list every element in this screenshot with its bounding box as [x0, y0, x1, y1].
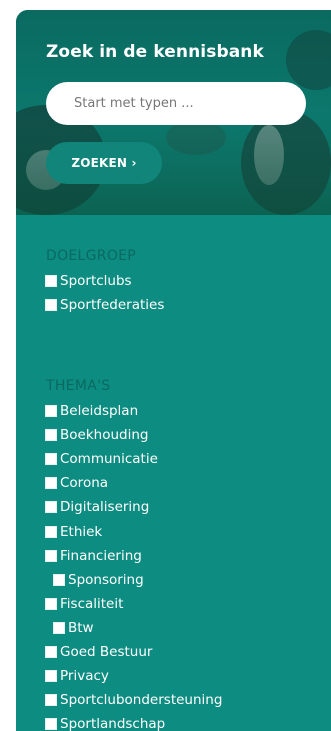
- checkbox[interactable]: [45, 670, 57, 683]
- filter-option-label: Sportclubs: [60, 273, 132, 290]
- checkbox[interactable]: [45, 549, 57, 562]
- filter-option-label: Beleidsplan: [60, 403, 139, 420]
- search-button[interactable]: ZOEKEN ›: [46, 142, 162, 184]
- filter-option[interactable]: Sportlandschap: [45, 712, 222, 731]
- filter-option[interactable]: Boekhouding: [45, 423, 222, 447]
- checkbox[interactable]: [53, 621, 65, 634]
- filter-option[interactable]: Btw: [45, 616, 222, 640]
- filter-option-label: Privacy: [60, 668, 109, 685]
- checkbox[interactable]: [45, 694, 57, 707]
- filter-option-label: Financiering: [60, 547, 142, 564]
- checkbox[interactable]: [45, 501, 57, 514]
- filter-option-label: Boekhouding: [60, 427, 149, 444]
- filter-option[interactable]: Sportfederaties: [45, 293, 164, 317]
- filter-option[interactable]: Sportclubondersteuning: [45, 688, 222, 712]
- filter-option[interactable]: Fiscaliteit: [45, 592, 222, 616]
- filter-option[interactable]: Beleidsplan: [45, 399, 222, 423]
- checkbox[interactable]: [45, 597, 57, 610]
- filter-option[interactable]: Digitalisering: [45, 495, 222, 519]
- filter-option[interactable]: Corona: [45, 471, 222, 495]
- filter-option[interactable]: Communicatie: [45, 447, 222, 471]
- filter-option[interactable]: Privacy: [45, 664, 222, 688]
- search-field[interactable]: [46, 82, 306, 125]
- themas-filter-list: Beleidsplan Boekhouding Communicatie Corona…: [45, 399, 222, 731]
- checkbox[interactable]: [45, 453, 57, 466]
- doelgroep-filter-list: Sportclubs Sportfederaties: [45, 269, 164, 317]
- checkbox[interactable]: [45, 525, 57, 538]
- checkbox[interactable]: [45, 429, 57, 442]
- checkbox[interactable]: [45, 645, 57, 658]
- filter-option[interactable]: Financiering: [45, 544, 222, 568]
- section-title-themas: THEMA'S: [46, 378, 111, 394]
- checkbox[interactable]: [53, 573, 65, 586]
- filter-option-label: Digitalisering: [60, 499, 150, 516]
- search-sidebar: Zoek in de kennisbank ZOEKEN › DOELGROEP…: [16, 10, 331, 731]
- checkbox[interactable]: [45, 299, 57, 312]
- filter-option[interactable]: Goed Bestuur: [45, 640, 222, 664]
- search-title: Zoek in de kennisbank: [46, 42, 264, 62]
- filter-option[interactable]: Sponsoring: [45, 568, 222, 592]
- filter-option-label: Sportclubondersteuning: [60, 692, 223, 709]
- filter-option[interactable]: Ethiek: [45, 519, 222, 543]
- checkbox[interactable]: [45, 405, 57, 418]
- filter-option-label: Corona: [60, 475, 109, 492]
- filter-option-label: Communicatie: [60, 451, 158, 468]
- checkbox[interactable]: [45, 275, 57, 288]
- search-input[interactable]: [72, 95, 306, 112]
- filter-option-label: Fiscaliteit: [60, 595, 124, 612]
- filter-option-label: Sportfederaties: [60, 297, 165, 314]
- filter-option-label: Goed Bestuur: [60, 643, 153, 660]
- hero-photo-shape: [286, 30, 331, 90]
- search-hero: Zoek in de kennisbank ZOEKEN ›: [16, 10, 331, 215]
- checkbox[interactable]: [45, 477, 57, 490]
- filter-option-label: Ethiek: [60, 523, 103, 540]
- filter-option-label: Btw: [68, 619, 94, 636]
- filter-option[interactable]: Sportclubs: [45, 269, 164, 293]
- checkbox[interactable]: [45, 718, 57, 731]
- section-title-doelgroep: DOELGROEP: [46, 248, 137, 264]
- filter-option-label: Sportlandschap: [60, 716, 166, 731]
- filter-option-label: Sponsoring: [68, 571, 144, 588]
